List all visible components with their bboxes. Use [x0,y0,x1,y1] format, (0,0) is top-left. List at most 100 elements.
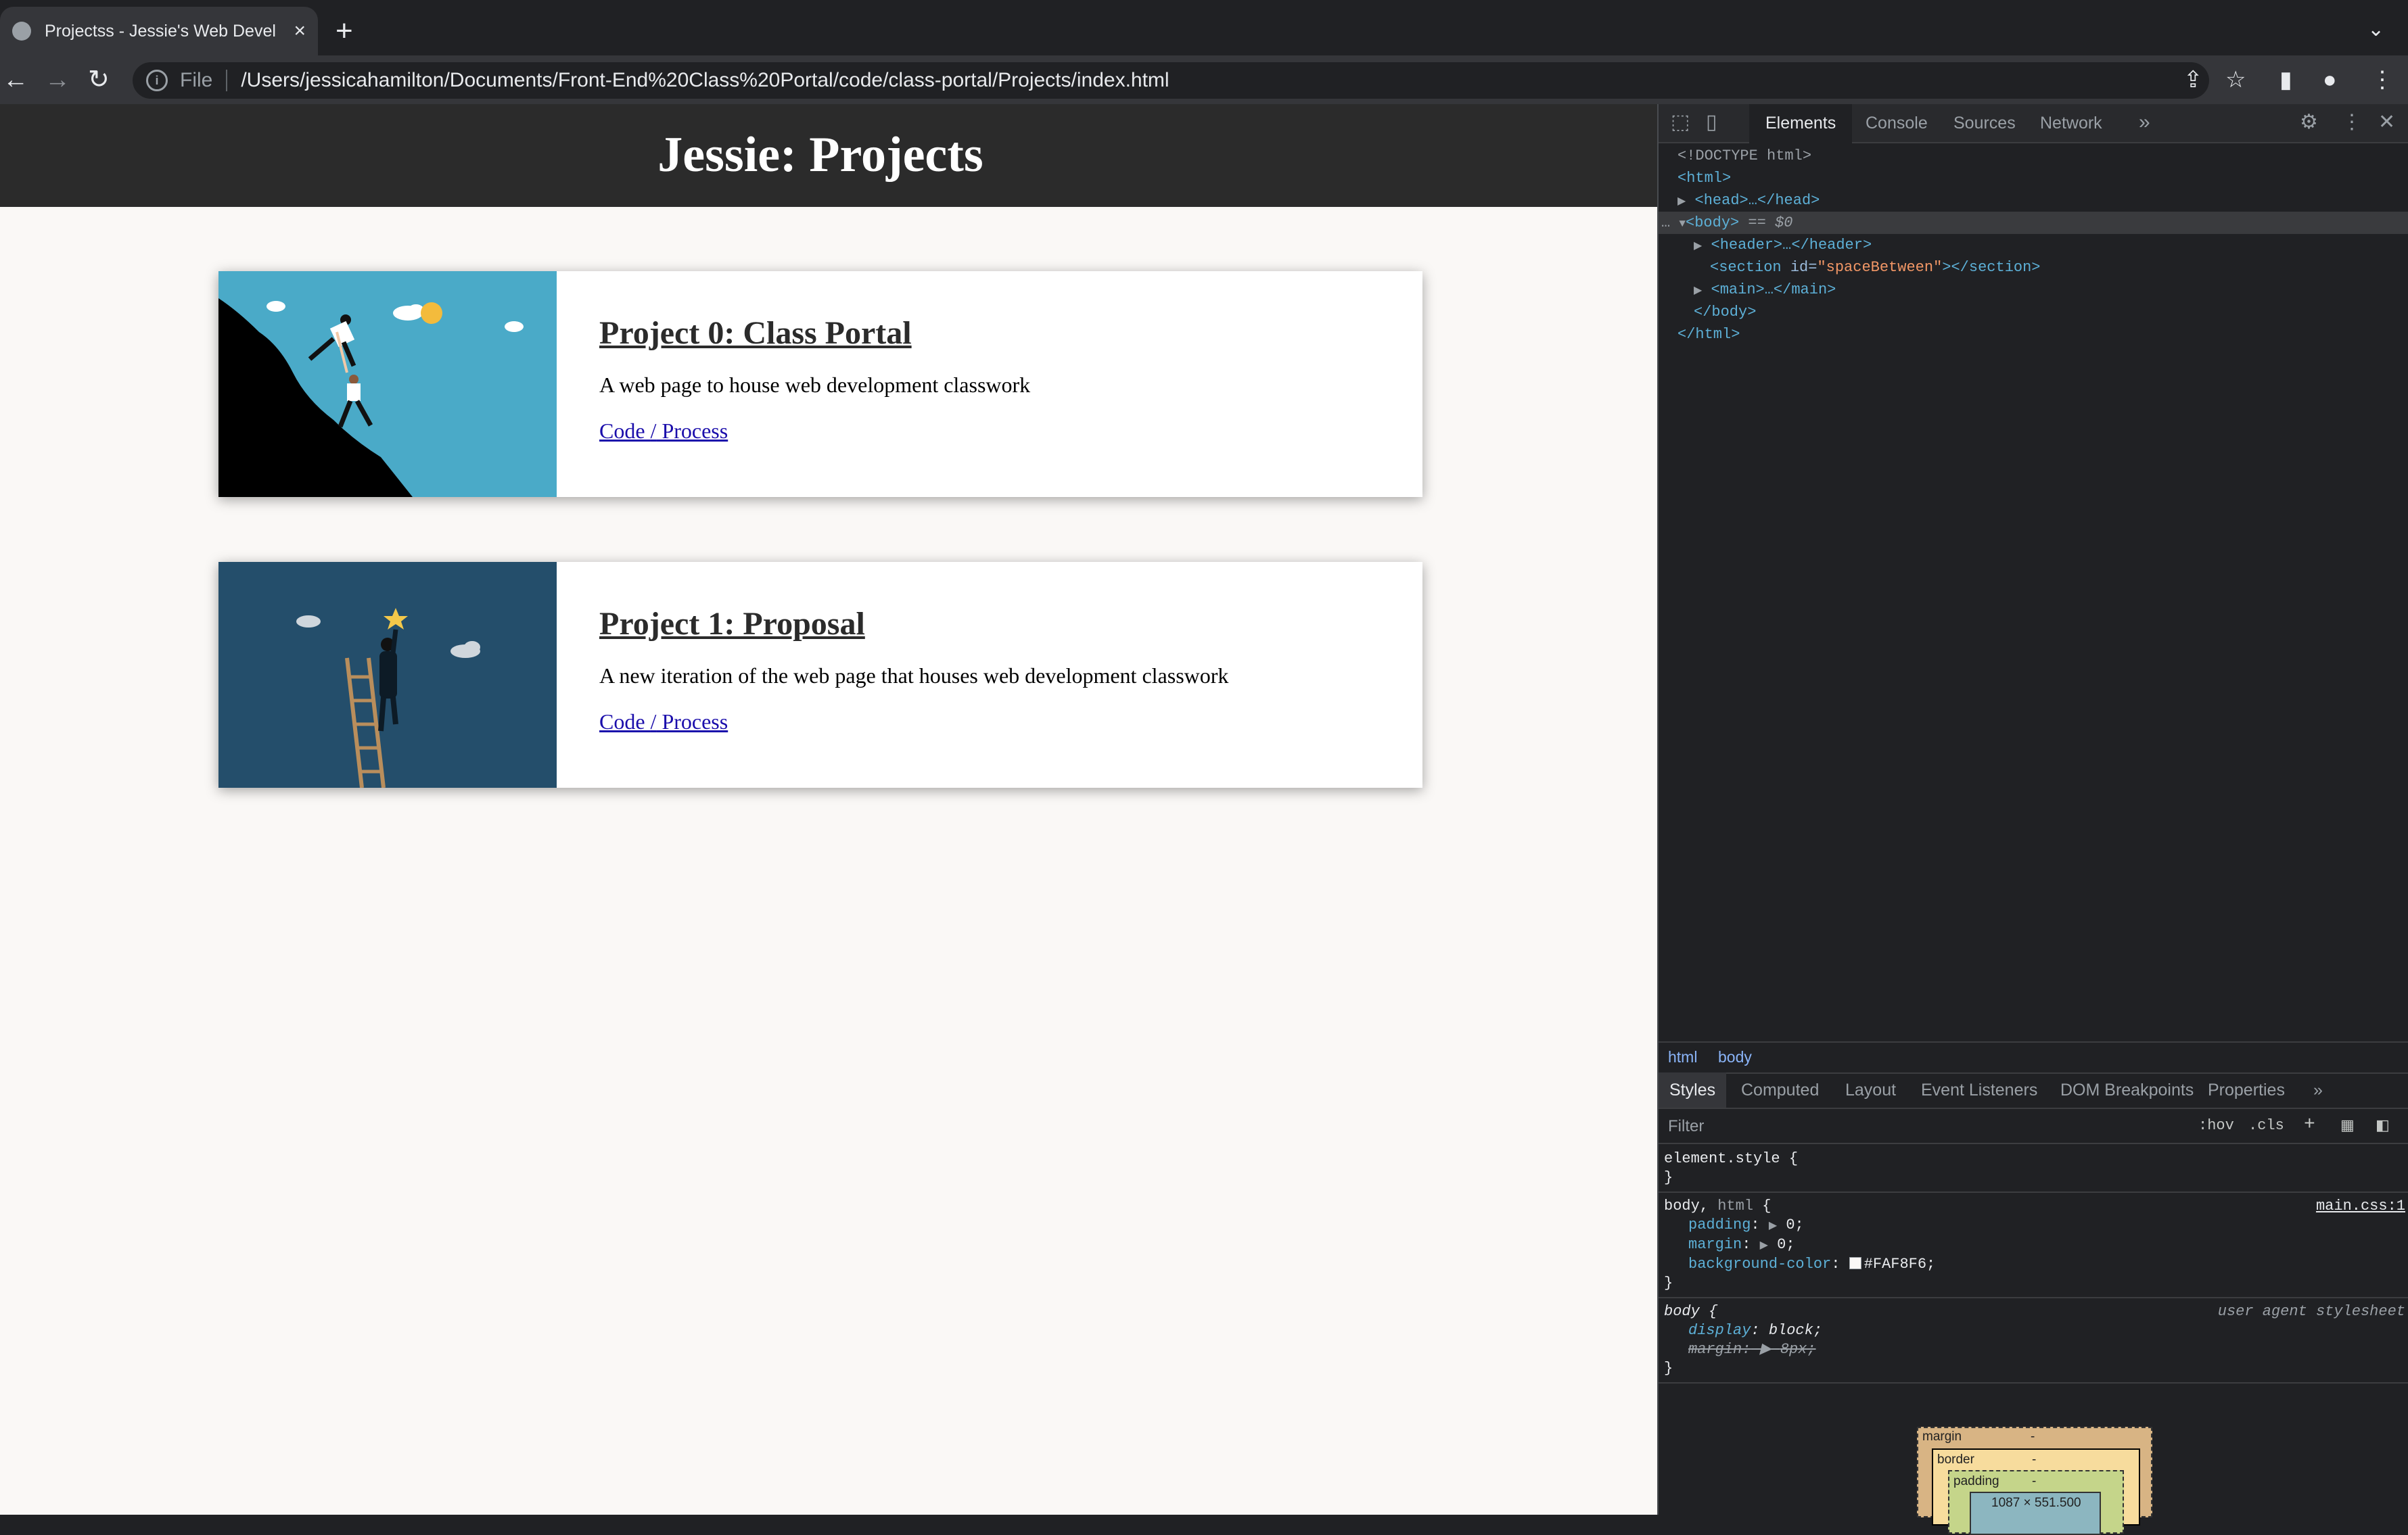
device-toolbar-icon[interactable]: ▯ [1706,111,1717,134]
bookmark-star-icon[interactable]: ☆ [2225,68,2246,92]
devtools-tabbar: ⬚ ▯ Elements Console Sources Network » ⚙… [1659,104,2408,145]
rule-close: } [1664,1360,1673,1377]
collapse-arrow-icon[interactable]: ▼ [1679,218,1686,230]
devtools-menu-icon[interactable]: ⋮ [2342,111,2362,134]
dom-node-main[interactable]: ▶ <main>…</main> [1659,279,2408,301]
new-rule-icon[interactable]: + [2304,1114,2315,1135]
sidebar-toggle-icon[interactable]: ◧ [2376,1117,2390,1135]
box-model-padding-label: padding [1953,1474,1999,1488]
close-icon[interactable]: × [294,20,306,43]
css-property[interactable]: background-color [1688,1256,1831,1273]
rule-body-ua[interactable]: body { user agent stylesheet display: bl… [1659,1298,2408,1384]
chrome-menu-icon[interactable]: ⋮ [2371,68,2394,92]
box-model-margin-label: margin [1922,1430,1962,1444]
tab-dom-breakpoints[interactable]: DOM Breakpoints [2050,1072,2204,1108]
close-devtools-icon[interactable]: ✕ [2378,111,2395,134]
info-icon[interactable]: i [146,70,168,91]
tab-layout[interactable]: Layout [1834,1072,1907,1108]
css-property[interactable]: display [1688,1322,1751,1339]
ellipsis-icon[interactable]: … [1661,214,1670,231]
browser-tab[interactable]: Projectss - Jessie's Web Devel × [0,7,318,55]
tab-sources[interactable]: Sources [1937,104,2032,142]
hover-state-toggle[interactable]: :hov [2198,1117,2234,1134]
rule-selector: body, [1664,1198,1718,1214]
code-link[interactable]: Code [599,419,651,443]
forward-button[interactable]: → [45,65,70,95]
process-link[interactable]: Process [656,419,728,443]
styles-tabbar: Styles Computed Layout Event Listeners D… [1659,1072,2408,1109]
dom-node-html[interactable]: <html> [1659,167,2408,189]
expand-arrow-icon[interactable]: ▶ [1694,285,1702,297]
project-title[interactable]: Project 1: Proposal [599,605,865,642]
dom-node-body-close[interactable]: </body> [1659,301,2408,323]
class-toggle[interactable]: .cls [2248,1117,2284,1134]
rule-selector: element.style { [1664,1150,1799,1167]
css-property-overridden[interactable]: margin: [1688,1341,1751,1358]
more-tabs-icon[interactable]: » [2139,111,2150,134]
tab-network[interactable]: Network [2024,104,2118,142]
inspect-element-icon[interactable]: ⬚ [1671,111,1690,134]
project-title[interactable]: Project 0: Class Portal [599,314,912,352]
omnibox-divider [226,70,228,91]
tab-properties[interactable]: Properties [2197,1072,2296,1108]
browser-toolbar: ← → ↻ i File /Users/jessicahamilton/Docu… [0,55,2408,104]
styles-rules: element.style { } body, html { main.css:… [1659,1146,2408,1384]
styles-filter-row: Filter :hov .cls + ▦ ◧ [1659,1109,2408,1144]
tab-event-listeners[interactable]: Event Listeners [1910,1072,2048,1108]
box-model-border[interactable]: border - padding - 1087 × 551.500 [1932,1448,2140,1535]
box-model-padding[interactable]: padding - 1087 × 551.500 [1948,1470,2124,1535]
dom-node-body[interactable]: … ▼<body> == $0 [1659,212,2408,234]
html-open-tag: <html> [1677,170,1732,187]
tab-computed[interactable]: Computed [1730,1072,1830,1108]
tab-styles[interactable]: Styles [1659,1072,1727,1108]
main-tag: <main>…</main> [1711,281,1836,298]
process-link[interactable]: Process [656,709,728,734]
url-text[interactable]: /Users/jessicahamilton/Documents/Front-E… [241,69,1169,92]
settings-icon[interactable]: ⚙ [2300,111,2318,134]
tab-console[interactable]: Console [1849,104,1944,142]
new-tab-button[interactable]: + [335,16,353,46]
styles-filter-input[interactable]: Filter [1668,1117,1704,1136]
tab-elements[interactable]: Elements [1749,104,1853,145]
box-model-border-value: - [2032,1453,2037,1467]
tab-title: Projectss - Jessie's Web Devel [45,21,276,41]
dom-node-doctype[interactable]: <!DOCTYPE html> [1659,145,2408,167]
css-value[interactable]: 0; [1777,1236,1795,1253]
dom-node-head[interactable]: ▶ <head>…</head> [1659,189,2408,212]
tab-search-icon[interactable]: ⌄ [2367,18,2384,41]
section-tag: <section [1710,259,1782,276]
code-link[interactable]: Code [599,709,651,734]
css-property[interactable]: padding [1688,1217,1751,1233]
box-model-margin[interactable]: margin - border - padding - 1087 × 551.5… [1917,1427,2152,1535]
color-swatch[interactable] [1849,1257,1861,1269]
expand-arrow-icon[interactable]: ▶ [1694,240,1702,252]
box-model-border-label: border [1937,1453,1974,1467]
expand-arrow-icon[interactable]: ▶ [1677,195,1686,208]
css-property[interactable]: margin [1688,1236,1742,1253]
back-button[interactable]: ← [3,65,28,95]
globe-icon [12,22,31,41]
breadcrumb-body[interactable]: body [1718,1048,1752,1066]
rule-element-style[interactable]: element.style { } [1659,1146,2408,1193]
share-icon[interactable]: ⇪ [2183,68,2203,92]
box-model-content[interactable]: 1087 × 551.500 [1970,1492,2101,1535]
selected-marker: == $0 [1739,214,1793,231]
profile-icon[interactable]: ● [2323,68,2337,92]
css-value[interactable]: #FAF8F6; [1864,1256,1936,1273]
dom-node-header[interactable]: ▶ <header>…</header> [1659,234,2408,256]
rule-body-html[interactable]: body, html { main.css:1 padding: ▶ 0; ma… [1659,1193,2408,1298]
dom-tree: <!DOCTYPE html> <html> ▶ <head>…</head> … [1659,145,2408,346]
header-tag: <header>…</header> [1711,237,1872,254]
more-panes-icon[interactable]: » [2302,1072,2334,1108]
reload-button[interactable]: ↻ [88,65,110,95]
paint-icon[interactable]: ▦ [2340,1117,2355,1135]
breadcrumb-html[interactable]: html [1668,1048,1697,1066]
css-value-overridden[interactable]: 8px; [1780,1341,1816,1358]
dom-node-html-close[interactable]: </html> [1659,323,2408,346]
stylesheet-link[interactable]: main.css:1 [2316,1197,2405,1216]
dom-node-section[interactable]: <section id="spaceBetween"></section> [1659,256,2408,279]
address-bar[interactable]: i File /Users/jessicahamilton/Documents/… [133,62,2209,99]
css-value[interactable]: 0; [1786,1217,1803,1233]
side-panel-icon[interactable]: ▮ [2279,68,2292,92]
css-value[interactable]: block; [1769,1322,1822,1339]
